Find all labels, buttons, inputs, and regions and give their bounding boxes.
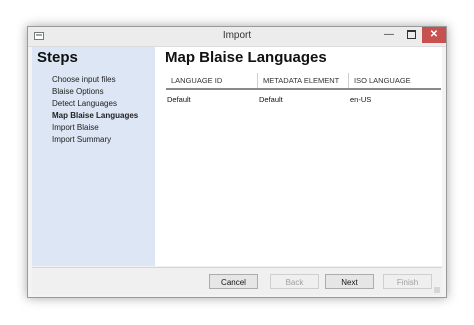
step-import-summary: Import Summary [52, 135, 112, 144]
title-bar[interactable]: Import — ✕ [28, 27, 446, 47]
close-button[interactable]: ✕ [422, 27, 446, 43]
steps-sidebar: Steps Choose input files Blaise Options … [32, 47, 155, 266]
page-title: Map Blaise Languages [165, 49, 327, 66]
step-map-blaise-languages: Map Blaise Languages [52, 111, 139, 120]
cell-metadata-element[interactable]: Default [258, 94, 349, 106]
step-import-blaise: Import Blaise [52, 123, 99, 132]
cancel-button[interactable]: Cancel [209, 274, 258, 289]
grid-header: LANGUAGE ID METADATA ELEMENT ISO LANGUAG… [166, 73, 441, 90]
steps-list: Choose input files Blaise Options Detect… [52, 74, 138, 146]
maximize-icon [406, 29, 416, 39]
back-button[interactable]: Back [270, 274, 319, 289]
resize-grip-icon[interactable] [434, 287, 440, 293]
minimize-icon: — [384, 29, 394, 40]
column-header-iso-language[interactable]: ISO LANGUAGE [349, 73, 441, 88]
column-header-language-id[interactable]: LANGUAGE ID [166, 73, 258, 88]
cell-language-id[interactable]: Default [166, 94, 258, 106]
button-bar: Cancel Back Next Finish [32, 267, 442, 295]
step-blaise-options: Blaise Options [52, 87, 104, 96]
finish-button[interactable]: Finish [383, 274, 432, 289]
minimize-button[interactable]: — [378, 27, 400, 43]
table-row[interactable]: Default Default en-US [166, 94, 441, 106]
cell-iso-language[interactable]: en-US [349, 94, 441, 106]
maximize-button[interactable] [400, 27, 422, 43]
next-button[interactable]: Next [325, 274, 374, 289]
import-window: Import — ✕ Steps Choose input files Blai… [27, 26, 447, 298]
main-content: Map Blaise Languages LANGUAGE ID METADAT… [155, 47, 442, 266]
close-icon: ✕ [429, 29, 439, 40]
step-choose-input-files: Choose input files [52, 75, 116, 84]
step-detect-languages: Detect Languages [52, 99, 117, 108]
steps-heading: Steps [37, 49, 78, 66]
column-header-metadata-element[interactable]: METADATA ELEMENT [258, 73, 349, 88]
